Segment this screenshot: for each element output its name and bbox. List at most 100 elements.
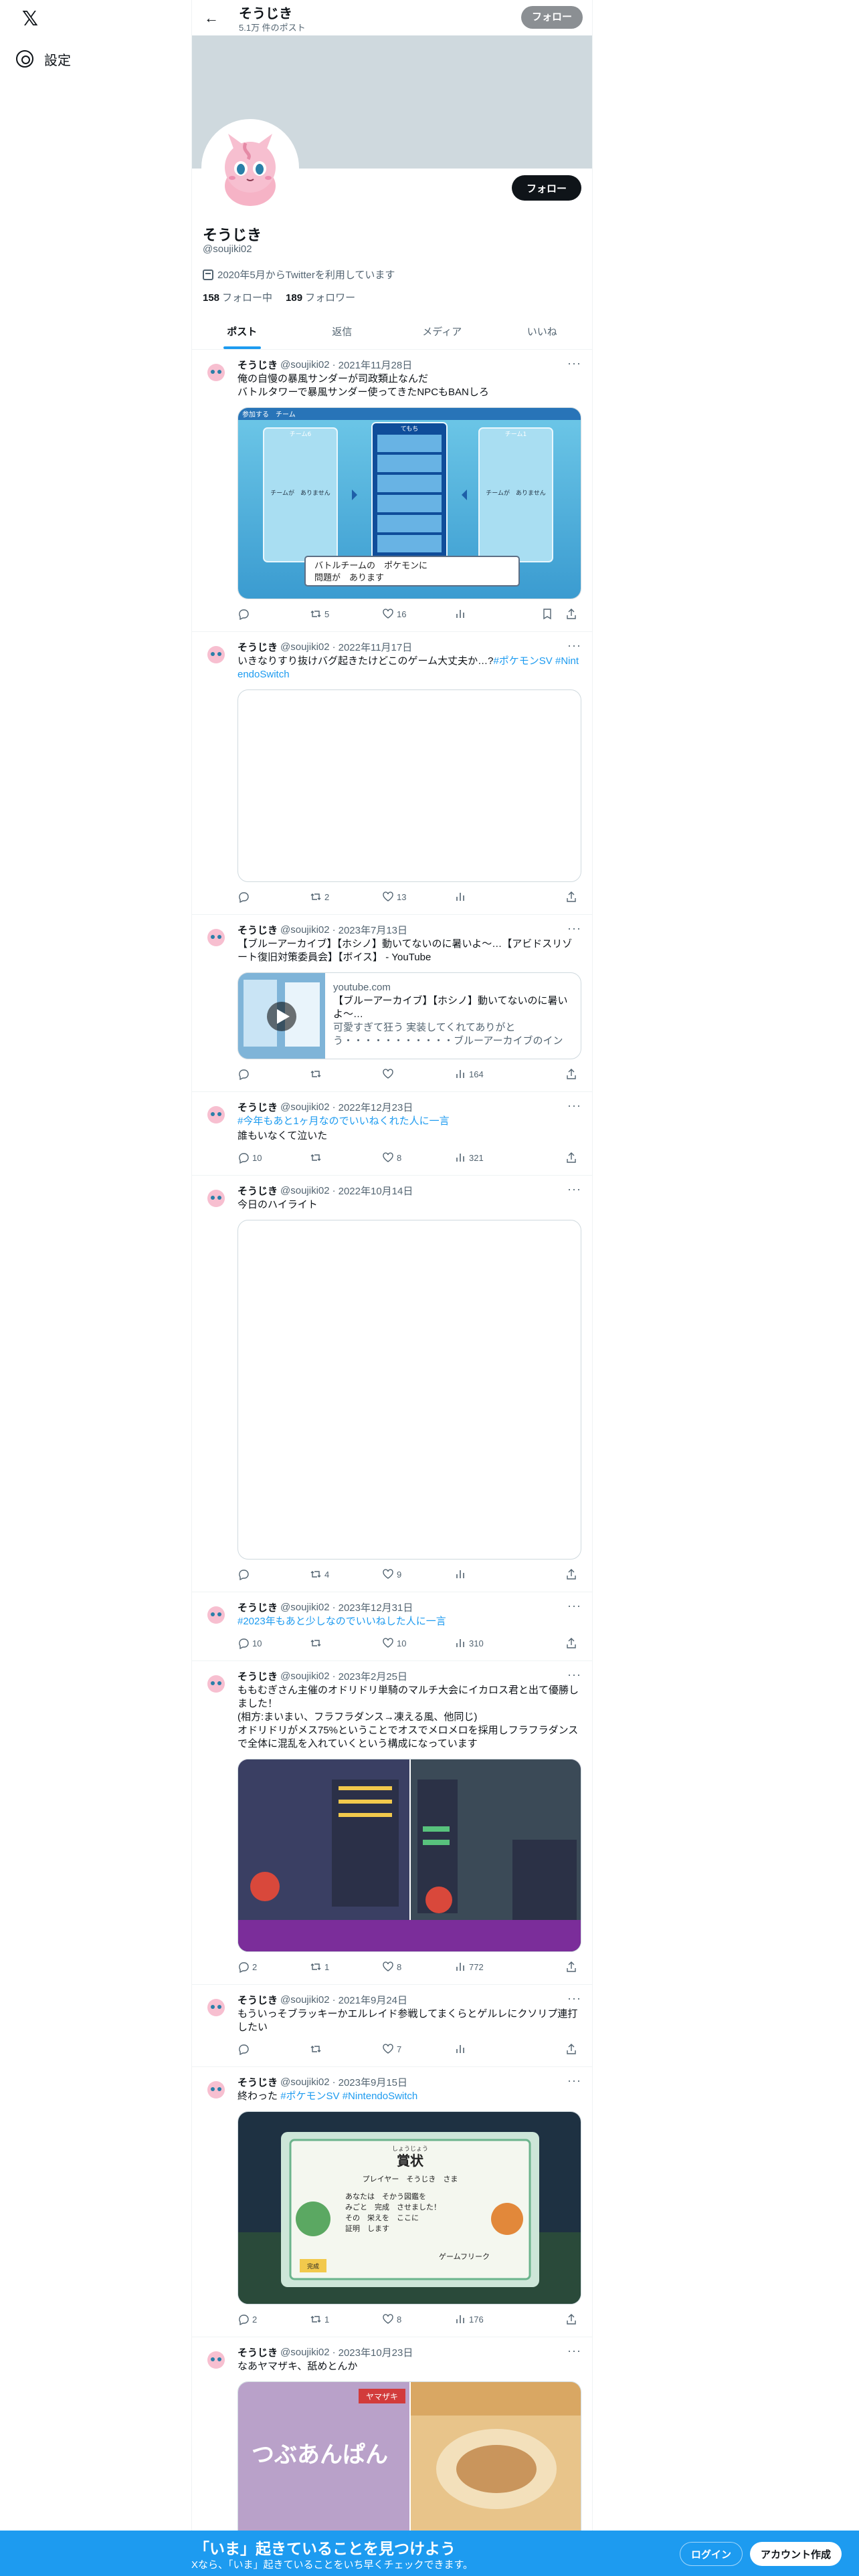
retweet-button[interactable]: 5 <box>310 608 382 620</box>
profile-avatar[interactable] <box>201 119 299 217</box>
tweet-hashtag-line[interactable]: #2023年もあと少しなのでいいねした人に一言 <box>237 1615 581 1628</box>
tweet-avatar[interactable] <box>203 1184 229 1210</box>
reply-button[interactable]: 2 <box>237 2313 310 2325</box>
tweet-author-handle[interactable]: @soujiki02 <box>280 1101 330 1113</box>
share-button[interactable] <box>565 2313 577 2325</box>
tweet[interactable]: そうじき @soujiki02 · 2023年7月13日 ··· 【ブルーアーカ… <box>192 915 592 1092</box>
retweet-button[interactable] <box>310 1152 382 1164</box>
tweet-hashtags[interactable]: #ポケモンSV #NintendoSwitch <box>280 2090 417 2102</box>
tweet-author-handle[interactable]: @soujiki02 <box>280 1602 330 1613</box>
tweet-author-name[interactable]: そうじき <box>237 1993 278 2007</box>
tweet-author-name[interactable]: そうじき <box>237 1600 278 1614</box>
tweet-author-name[interactable]: そうじき <box>237 358 278 372</box>
views-button[interactable] <box>454 1568 541 1580</box>
reply-button[interactable]: 2 <box>237 1961 310 1973</box>
tab-media[interactable]: メディア <box>392 314 492 349</box>
tweet-media-video[interactable] <box>237 1220 581 1560</box>
tweet-hashtag-line[interactable]: #今年もあと1ヶ月なのでいいねくれた人に一言 <box>237 1115 581 1128</box>
login-button[interactable]: ログイン <box>680 2542 743 2566</box>
tweet-author-handle[interactable]: @soujiki02 <box>280 924 330 936</box>
tweet-avatar[interactable] <box>203 923 229 950</box>
like-button[interactable]: 10 <box>382 1637 454 1649</box>
tweet[interactable]: そうじき @soujiki02 · 2022年12月23日 ··· #今年もあと… <box>192 1092 592 1176</box>
followers-link[interactable]: 189 フォロワー <box>286 290 355 304</box>
reply-button[interactable] <box>237 1568 310 1580</box>
retweet-button[interactable]: 1 <box>310 1961 382 1973</box>
more-options-icon[interactable]: ··· <box>567 1599 581 1613</box>
views-button[interactable]: 772 <box>454 1961 541 1973</box>
tab-likes[interactable]: いいね <box>492 314 593 349</box>
tweet-date[interactable]: 2023年9月15日 <box>339 2075 407 2089</box>
tweet-media-image[interactable] <box>237 1759 581 1952</box>
share-button[interactable] <box>565 891 577 903</box>
tweet-avatar[interactable] <box>203 1669 229 1696</box>
like-button[interactable]: 8 <box>382 1152 454 1164</box>
tweet-author-handle[interactable]: @soujiki02 <box>280 359 330 370</box>
tweet[interactable]: そうじき @soujiki02 · 2021年9月24日 ··· もういっそブラ… <box>192 1985 592 2067</box>
tab-posts[interactable]: ポスト <box>192 314 292 349</box>
tweet-author-handle[interactable]: @soujiki02 <box>280 1671 330 1682</box>
more-options-icon[interactable]: ··· <box>567 1182 581 1196</box>
tweet-author-handle[interactable]: @soujiki02 <box>280 1994 330 2006</box>
tweet-media-video[interactable] <box>237 689 581 882</box>
reply-button[interactable] <box>237 1068 310 1080</box>
like-button[interactable]: 8 <box>382 2313 454 2325</box>
follow-button[interactable]: フォロー <box>511 175 581 201</box>
link-card[interactable]: youtube.com 【ブルーアーカイブ】【ホシノ】動いてないのに暑いよ〜… … <box>237 972 581 1059</box>
tweet[interactable]: そうじき @soujiki02 · 2023年9月15日 ··· 終わった #ポ… <box>192 2067 592 2337</box>
share-button[interactable] <box>565 2043 577 2055</box>
retweet-button[interactable] <box>310 2043 382 2055</box>
share-button[interactable] <box>565 1152 577 1164</box>
tweet-avatar[interactable] <box>203 358 229 385</box>
tweet-author-name[interactable]: そうじき <box>237 1669 278 1683</box>
topbar-follow-button[interactable]: フォロー <box>520 6 583 29</box>
tweet-author-handle[interactable]: @soujiki02 <box>280 2347 330 2358</box>
like-button[interactable]: 13 <box>382 891 454 903</box>
reply-button[interactable] <box>237 608 310 620</box>
tweet-author-name[interactable]: そうじき <box>237 1184 278 1198</box>
tweet-avatar[interactable] <box>203 1993 229 2020</box>
tweet-author-handle[interactable]: @soujiki02 <box>280 2076 330 2088</box>
tweet-avatar[interactable] <box>203 2345 229 2372</box>
tweet-avatar[interactable] <box>203 1100 229 1127</box>
tweet[interactable]: そうじき @soujiki02 · 2023年2月25日 ··· ももむぎさん主… <box>192 1661 592 1985</box>
tweet-author-name[interactable]: そうじき <box>237 640 278 654</box>
tweet-date[interactable]: 2023年2月25日 <box>339 1669 407 1683</box>
tweet-date[interactable]: 2023年10月23日 <box>339 2345 413 2359</box>
views-button[interactable]: 164 <box>454 1068 541 1080</box>
tweet-avatar[interactable] <box>203 2075 229 2102</box>
views-button[interactable]: 310 <box>454 1637 541 1649</box>
tweet-date[interactable]: 2023年7月13日 <box>339 923 407 937</box>
tweet-date[interactable]: 2023年12月31日 <box>339 1600 413 1614</box>
following-link[interactable]: 158 フォロー中 <box>203 290 272 304</box>
tweet-author-handle[interactable]: @soujiki02 <box>280 641 330 653</box>
more-options-icon[interactable]: ··· <box>567 1668 581 1682</box>
tweet-author-name[interactable]: そうじき <box>237 2345 278 2359</box>
tab-replies[interactable]: 返信 <box>292 314 393 349</box>
tweet-author-name[interactable]: そうじき <box>237 1100 278 1114</box>
share-button[interactable] <box>565 1068 577 1080</box>
views-button[interactable] <box>454 608 541 620</box>
views-button[interactable]: 176 <box>454 2313 541 2325</box>
like-button[interactable] <box>382 1068 454 1080</box>
tweet-media-image[interactable]: つぶあんぱん ヤマザキ <box>237 2381 581 2542</box>
like-button[interactable]: 16 <box>382 608 454 620</box>
like-button[interactable]: 8 <box>382 1961 454 1973</box>
tweet-date[interactable]: 2021年11月28日 <box>339 358 413 372</box>
share-button[interactable] <box>565 1568 577 1580</box>
reply-button[interactable] <box>237 891 310 903</box>
nav-item-settings[interactable]: 設定 <box>16 45 71 72</box>
tweet-avatar[interactable] <box>203 1600 229 1627</box>
x-logo-icon[interactable]: 𝕏 <box>19 8 41 31</box>
retweet-button[interactable] <box>310 1068 382 1080</box>
reply-button[interactable]: 10 <box>237 1637 310 1649</box>
tweet-author-handle[interactable]: @soujiki02 <box>280 1185 330 1196</box>
tweet[interactable]: そうじき @soujiki02 · 2022年11月17日 ··· いきなりすり… <box>192 632 592 915</box>
tweet-author-name[interactable]: そうじき <box>237 2075 278 2089</box>
share-button[interactable] <box>565 1637 577 1649</box>
more-options-icon[interactable]: ··· <box>567 1992 581 2006</box>
reply-button[interactable] <box>237 2043 310 2055</box>
tweet-media-image[interactable]: しょうじょう 賞状 プレイヤー そうじき さま あなたは そかう図鑑を みごと … <box>237 2111 581 2304</box>
views-button[interactable] <box>454 891 541 903</box>
bookmark-button[interactable] <box>541 608 565 620</box>
